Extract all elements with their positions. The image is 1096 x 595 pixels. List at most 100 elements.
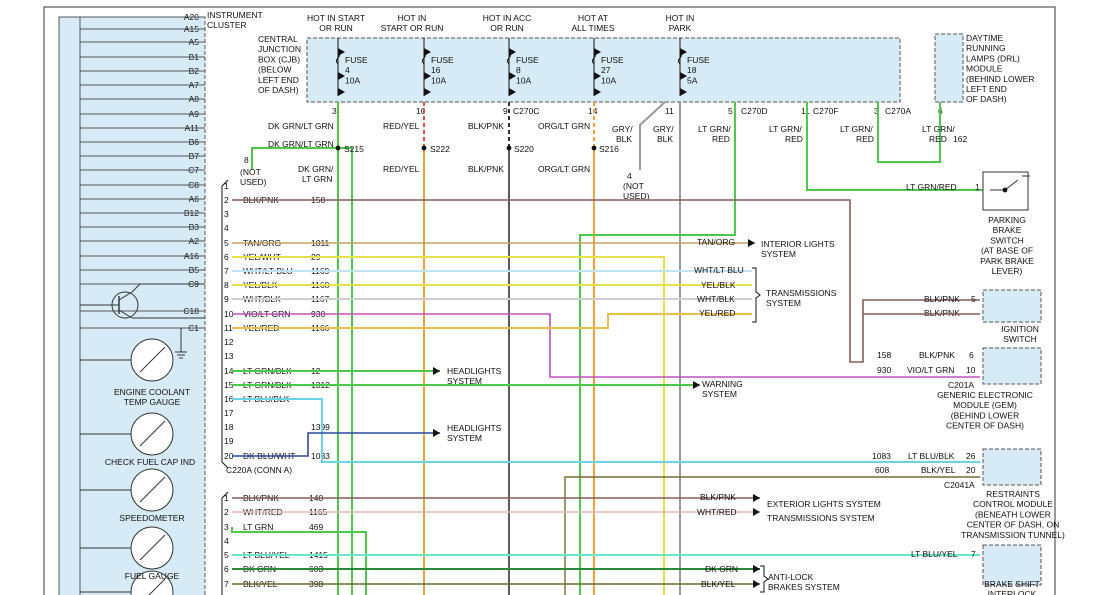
- gem-label: GENERIC ELECTRONIC: [937, 390, 1033, 400]
- connector-b-pin: 7: [224, 579, 229, 589]
- cjb-label: CENTRAL: [258, 34, 298, 44]
- cjb-pin-label: 9: [503, 106, 508, 116]
- cjb-pin-label: 3: [332, 106, 337, 116]
- transmissions-system-label: SYSTEM: [766, 298, 801, 308]
- fuse-label: 5A: [687, 75, 698, 85]
- splice-label: S222: [430, 144, 450, 154]
- ignition-switch-label: IGNITION: [1001, 324, 1039, 334]
- fuse-label: 10A: [431, 75, 446, 85]
- gem-label: (BEHIND LOWER: [951, 410, 1019, 420]
- connector-b-pin: 1: [224, 493, 229, 503]
- wire-color-label: VIO/LT GRN: [907, 365, 954, 375]
- wire-color-label: RED/YEL: [383, 164, 420, 174]
- connector-label: C201A: [948, 380, 974, 390]
- hot-condition-label: ALL TIMES: [572, 23, 615, 33]
- rcm-box: [982, 448, 1042, 486]
- wire-color-label: LT GRN: [302, 174, 332, 184]
- wire-color-label: WHT/LT BLU: [694, 265, 744, 275]
- fuse-label: FUSE: [431, 55, 454, 65]
- circuit-number: 930: [877, 365, 891, 375]
- connector-a-pin: 17: [224, 408, 234, 418]
- connector-label: C270C: [513, 106, 539, 116]
- rcm-label: CONTROL MODULE: [973, 499, 1053, 509]
- wire-color-label: RED: [712, 134, 730, 144]
- cjb-label: (BELOW: [258, 65, 292, 75]
- exterior-lights-label: EXTERIOR LIGHTS SYSTEM: [767, 499, 881, 509]
- hot-condition-label: HOT IN: [398, 13, 427, 23]
- gauge-label: CHECK FUEL CAP IND: [105, 457, 195, 467]
- arrow-icon: [753, 494, 760, 502]
- cjb-label: BOX (CJB): [258, 54, 300, 64]
- wire-color-label: WHT/BLK: [697, 294, 735, 304]
- parking-brake-switch-label: LEVER): [992, 266, 1023, 276]
- connector-a-pin: 19: [224, 436, 234, 446]
- connector-label: C2041A: [944, 480, 975, 490]
- pin-label: 7: [971, 549, 976, 559]
- wire-color-label: LT GRN/: [698, 124, 731, 134]
- wire-color-label: ORG/LT GRN: [538, 164, 590, 174]
- connector-b-pin: 3: [224, 522, 229, 532]
- splice-dot: [421, 145, 427, 151]
- splice-label: S220: [514, 144, 534, 154]
- wire-color-label: DK GRN/LT GRN: [268, 139, 334, 149]
- trans-brace: [752, 267, 761, 323]
- fuse-label: 18: [687, 65, 697, 75]
- wire-yel-red: [232, 313, 752, 329]
- not-used-label: (NOT: [623, 181, 644, 191]
- connector-a-pin: 11: [224, 323, 233, 333]
- headlights-system-label: HEADLIGHTS: [447, 423, 502, 433]
- connector-label: C270D: [741, 106, 767, 116]
- arrow-icon: [693, 381, 700, 389]
- wire-lt-grn-red: [579, 102, 736, 595]
- drl-module-box: [934, 33, 964, 103]
- drl-module-label: MODULE: [966, 64, 1003, 74]
- connector-a-pin: 2: [224, 195, 229, 205]
- wire-color-label: GRY/: [653, 124, 674, 134]
- hot-condition-label: HOT IN ACC: [483, 13, 532, 23]
- parking-brake-switch-label: BRAKE: [993, 225, 1022, 235]
- hot-condition-label: START OR RUN: [381, 23, 444, 33]
- splice-dot: [335, 145, 341, 151]
- connector-a-pin: 12: [224, 337, 234, 347]
- wire-color-label: LT GRN/RED: [906, 182, 957, 192]
- drl-module-label: LAMPS (DRL): [966, 53, 1020, 63]
- wire-color-label: RED/YEL: [383, 121, 420, 131]
- wire-color-label: BLK/PNK: [919, 350, 955, 360]
- instrument-cluster-label: CLUSTER: [207, 20, 247, 30]
- arrow-icon: [433, 367, 440, 375]
- wire-vio-lt-grn: [232, 313, 980, 378]
- fuse-label: 16: [431, 65, 441, 75]
- wire-color-label: DK GRN/: [298, 164, 334, 174]
- connector-a-pin: 4: [224, 223, 229, 233]
- anti-lock-brakes-label: ANTI-LOCK: [768, 572, 814, 582]
- hot-condition-label: HOT AT: [578, 13, 608, 23]
- splice-dot: [591, 145, 597, 151]
- wire-color-label: BLK: [616, 134, 632, 144]
- arrow-icon: [753, 580, 760, 588]
- wire-color-label: BLK/PNK: [468, 121, 504, 131]
- pin-label: 6: [969, 350, 974, 360]
- switch-contact: [1002, 187, 1008, 193]
- connector-a-pin: 18: [224, 422, 234, 432]
- wire-color-label: DK GRN: [705, 564, 738, 574]
- connector-label: C270F: [813, 106, 839, 116]
- fuse-label: FUSE: [516, 55, 539, 65]
- drl-module-label: DAYTIME: [966, 33, 1003, 43]
- fuse-label: 10A: [601, 75, 616, 85]
- instrument-cluster-label: INSTRUMENT: [207, 10, 263, 20]
- ignition-switch-label: SWITCH: [1003, 334, 1037, 344]
- fuse-label: FUSE: [345, 55, 368, 65]
- fuse-label: FUSE: [687, 55, 710, 65]
- wire-color-label: RED: [785, 134, 803, 144]
- parking-brake-switch-label: SWITCH: [990, 235, 1024, 245]
- wire-color-label: RED: [856, 134, 874, 144]
- drl-module-label: OF DASH): [966, 94, 1007, 104]
- gauge-label: TEMP GAUGE: [124, 397, 181, 407]
- wire-color-label: BLK/PNK: [468, 164, 504, 174]
- interior-lights-label: SYSTEM: [761, 249, 796, 259]
- fuse-label: 27: [601, 65, 611, 75]
- gauge-label: SPEEDOMETER: [119, 513, 184, 523]
- drl-module-label: (BEHIND LOWER: [966, 74, 1034, 84]
- arrow-icon: [753, 508, 760, 516]
- connector-label: C270A: [885, 106, 911, 116]
